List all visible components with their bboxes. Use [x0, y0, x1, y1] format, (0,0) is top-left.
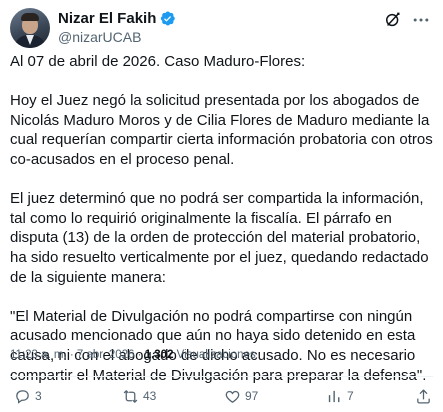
- reply-icon: [16, 389, 29, 404]
- tweet-paragraph: "El Material de Divulgación no podrá com…: [10, 307, 427, 384]
- retweet-count: 43: [143, 389, 157, 403]
- verified-badge-icon: [161, 11, 176, 26]
- views-count: 1.302: [144, 349, 174, 361]
- heart-icon: [225, 390, 240, 403]
- views-label: Visualizaciones: [176, 349, 256, 361]
- retweet-icon: [123, 389, 138, 403]
- action-bar: 3 43 97 7: [10, 386, 433, 406]
- grok-icon[interactable]: [383, 10, 403, 30]
- like-count: 97: [245, 389, 259, 403]
- reply-count: 3: [35, 389, 42, 403]
- views-button[interactable]: 7: [326, 386, 354, 406]
- divider: [10, 376, 433, 377]
- tweet-timestamp[interactable]: 11:23 a. m. · 7 abr. 2026 ·: [10, 349, 141, 361]
- share-button[interactable]: [415, 386, 432, 406]
- more-options-icon[interactable]: [411, 10, 431, 30]
- tweet-paragraph: Al 07 de abril de 2026. Caso Maduro-Flor…: [10, 53, 306, 70]
- tweet-paragraph: Hoy el Juez negó la solicitud presentada…: [10, 92, 433, 168]
- share-icon: [417, 388, 430, 404]
- tweet-meta: 11:23 a. m. · 7 abr. 2026 · 1.302 Visual…: [10, 349, 256, 361]
- views-bar-chart-icon: [328, 390, 340, 402]
- author-display-name[interactable]: Nizar El Fakih: [58, 10, 156, 27]
- reply-button[interactable]: 3: [14, 386, 42, 406]
- tweet-header: Nizar El Fakih @nizarUCAB: [10, 8, 433, 48]
- tweet-paragraph: El juez determinó que no podrá ser compa…: [10, 190, 429, 286]
- avatar[interactable]: [10, 8, 50, 48]
- retweet-button[interactable]: 43: [122, 386, 156, 406]
- author-info: Nizar El Fakih @nizarUCAB: [58, 9, 176, 45]
- like-button[interactable]: 97: [224, 386, 258, 406]
- views-action-count: 7: [347, 389, 354, 403]
- author-handle[interactable]: @nizarUCAB: [58, 29, 176, 45]
